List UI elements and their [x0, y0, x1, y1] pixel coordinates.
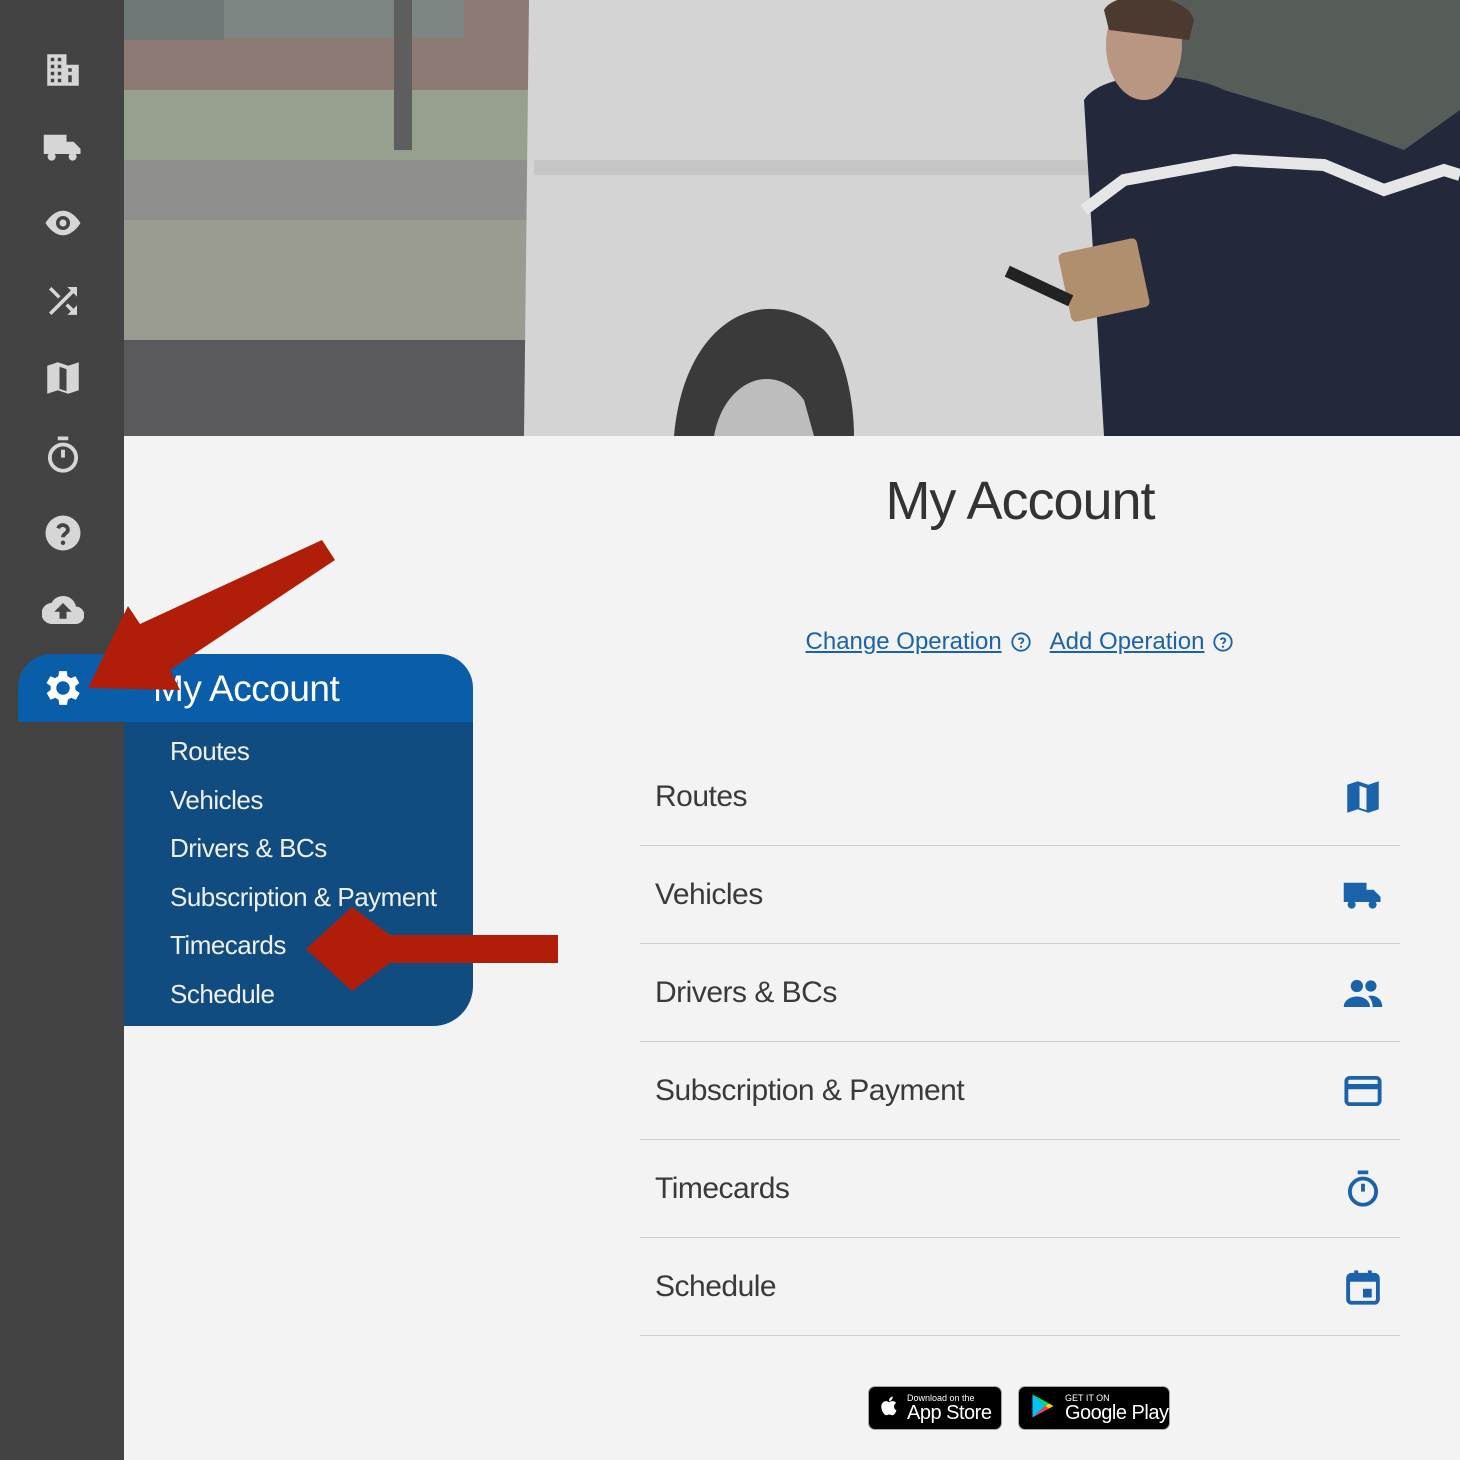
menu-row-timecards[interactable]: Timecards	[640, 1140, 1400, 1238]
sidebar-rail	[0, 0, 124, 1460]
map-icon[interactable]	[40, 355, 86, 401]
calendar-icon	[1342, 1266, 1384, 1308]
google-play-icon	[1029, 1392, 1057, 1425]
menu-row-label: Drivers & BCs	[655, 975, 837, 1009]
map-icon	[1342, 776, 1384, 818]
annotation-arrow-gear	[88, 540, 335, 690]
truck-icon[interactable]	[40, 124, 86, 170]
hero-photo	[124, 0, 1460, 436]
shuffle-icon[interactable]	[40, 278, 86, 324]
google-play-badge[interactable]: GET IT ON Google Play	[1018, 1386, 1170, 1430]
app-store-big-text: App Store	[907, 1401, 992, 1424]
app-store-text: Download on the App Store	[907, 1393, 992, 1424]
eye-icon[interactable]	[40, 200, 86, 246]
credit-card-icon	[1342, 1070, 1384, 1112]
people-icon	[1342, 972, 1384, 1014]
change-operation-label: Change Operation	[805, 628, 1002, 655]
page-title: My Account	[885, 471, 1155, 531]
menu-row-subscription[interactable]: Subscription & Payment	[640, 1042, 1400, 1140]
change-operation-link[interactable]: Change Operation	[806, 628, 1032, 656]
annotation-arrow-timecards	[306, 907, 558, 991]
menu-row-drivers[interactable]: Drivers & BCs	[640, 944, 1400, 1042]
menu-row-routes[interactable]: Routes	[640, 748, 1400, 846]
app-store-badge[interactable]: Download on the App Store	[868, 1386, 1002, 1430]
submenu-item-vehicles[interactable]: Vehicles	[170, 785, 263, 816]
building-icon[interactable]	[40, 47, 86, 93]
truck-icon	[1342, 874, 1384, 916]
menu-row-label: Schedule	[655, 1269, 777, 1303]
submenu-item-timecards[interactable]: Timecards	[170, 930, 286, 961]
store-badges: Download on the App Store GET IT ON Goog…	[868, 1386, 1170, 1430]
submenu-item-routes[interactable]: Routes	[170, 736, 250, 767]
menu-row-label: Subscription & Payment	[655, 1073, 965, 1107]
account-menu-list: Routes Vehicles Drivers & BCs Subscripti…	[640, 748, 1400, 1336]
menu-row-vehicles[interactable]: Vehicles	[640, 846, 1400, 944]
google-play-text: GET IT ON Google Play	[1065, 1393, 1169, 1424]
menu-row-label: Routes	[655, 779, 748, 813]
stopwatch-icon[interactable]	[40, 432, 86, 478]
google-play-big-text: Google Play	[1065, 1401, 1169, 1424]
submenu-item-drivers[interactable]: Drivers & BCs	[170, 833, 327, 864]
menu-row-label: Timecards	[655, 1171, 790, 1205]
stopwatch-icon	[1342, 1168, 1384, 1210]
submenu-item-schedule[interactable]: Schedule	[170, 979, 275, 1010]
apple-icon	[879, 1395, 901, 1422]
help-circle-icon[interactable]	[1212, 631, 1234, 653]
menu-row-schedule[interactable]: Schedule	[640, 1238, 1400, 1336]
add-operation-label: Add Operation	[1049, 628, 1205, 655]
operation-links: Change Operation Add Operation	[640, 628, 1400, 656]
menu-row-label: Vehicles	[655, 877, 763, 911]
add-operation-link[interactable]: Add Operation	[1050, 628, 1235, 656]
help-circle-icon[interactable]	[1010, 631, 1032, 653]
